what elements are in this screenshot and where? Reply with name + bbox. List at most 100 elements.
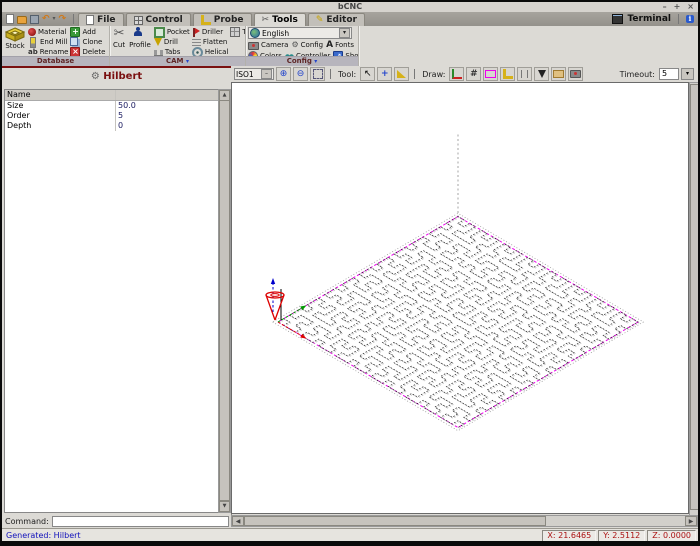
zoom-fit-button[interactable] [310, 67, 325, 81]
tabs-button[interactable]: Tabs [154, 47, 190, 56]
zoom-in-button[interactable]: ⊕ [276, 67, 291, 81]
profile-button[interactable]: Profile [128, 27, 152, 49]
undo-dropdown-icon[interactable]: ▾ [53, 14, 56, 24]
rename-button[interactable]: abRename [28, 47, 68, 56]
open-file-icon[interactable] [17, 16, 27, 24]
language-dropdown-icon[interactable]: ▾ [339, 28, 350, 38]
language-select[interactable]: English ▾ [248, 27, 352, 39]
view-dropdown-icon[interactable]: – [261, 69, 272, 79]
minimize-button[interactable]: – [663, 2, 667, 11]
select-tool-button[interactable]: ↖ [360, 67, 375, 81]
timeout-dropdown-icon[interactable]: ▾ [681, 68, 694, 80]
draw-tool-button[interactable] [534, 67, 549, 81]
cam-dropdown-icon: ▾ [186, 58, 189, 65]
driller-button[interactable]: Driller [192, 27, 229, 37]
probe-icon [201, 15, 211, 25]
ribbon-group-database: Stock Material End Mill abRename +Add Cl… [2, 26, 110, 66]
draw-grid-button[interactable]: # [466, 67, 481, 81]
timeout-input[interactable]: 5 [659, 68, 679, 80]
pocket-button[interactable]: Pocket [154, 27, 190, 37]
flatten-button[interactable]: Flatten [192, 37, 229, 47]
stock-button[interactable]: Stock [4, 27, 26, 50]
fonts-button[interactable]: AFonts [326, 40, 354, 50]
config-button[interactable]: ⚙Config [291, 40, 323, 50]
table-row[interactable]: Depth 0 [5, 121, 218, 131]
zoom-out-button[interactable]: ⊖ [293, 67, 308, 81]
delete-button[interactable]: ×Delete [70, 47, 105, 56]
close-button[interactable]: × [687, 2, 694, 11]
canvas-vscrollbar[interactable] [689, 82, 698, 516]
view-select[interactable]: ISO1 – [234, 68, 274, 80]
scrollbar-thumb[interactable] [219, 100, 230, 501]
new-file-icon[interactable] [6, 14, 14, 24]
config-gear-icon: ⚙ [291, 40, 298, 50]
column-header-value[interactable] [116, 90, 218, 100]
scroll-down-icon[interactable]: ▼ [219, 501, 230, 512]
draw-probe-button[interactable] [500, 67, 515, 81]
draw-margin-button[interactable] [483, 67, 498, 81]
draw-paths-button[interactable] [551, 67, 566, 81]
end-mill-button[interactable]: End Mill [28, 37, 68, 47]
tile-button[interactable]: Tile [230, 27, 245, 37]
fonts-icon: A [326, 41, 333, 50]
camera-button[interactable]: Camera [248, 40, 288, 50]
draw-axes-button[interactable] [449, 67, 464, 81]
tab-control[interactable]: Control [126, 13, 191, 26]
group-label-config[interactable]: Config ▾ [246, 56, 358, 66]
file-icon [86, 15, 94, 25]
info-icon[interactable]: i [686, 15, 694, 23]
terminal-button[interactable]: Terminal [627, 14, 671, 24]
tab-tools[interactable]: ✂ Tools [254, 13, 306, 26]
add-button[interactable]: +Add [70, 27, 105, 37]
command-input[interactable] [52, 516, 229, 527]
tab-probe-label: Probe [214, 15, 244, 25]
column-header-name[interactable]: Name [5, 90, 116, 100]
move-tool-button[interactable]: + [377, 67, 392, 81]
command-bar: Command: [2, 515, 231, 528]
table-row[interactable]: Order 5 [5, 111, 218, 121]
table-row[interactable]: Size 50.0 [5, 101, 218, 111]
tab-probe[interactable]: Probe [193, 13, 252, 26]
redo-icon[interactable]: ↷ [59, 14, 67, 24]
material-icon [28, 28, 36, 36]
scrollbar-thumb[interactable] [690, 84, 698, 510]
tab-tools-label: Tools [272, 15, 298, 25]
group-label-cam[interactable]: CAM ▾ [110, 56, 245, 66]
drill-button[interactable]: Drill [154, 37, 190, 47]
margin-icon [485, 70, 496, 78]
undo-icon[interactable]: ↶ [42, 14, 50, 24]
helical-button[interactable]: Helical [192, 47, 229, 56]
group-label-database[interactable]: Database [2, 56, 109, 66]
scrollbar-track[interactable] [546, 516, 685, 526]
tile-label: Tile [242, 28, 245, 36]
clone-button[interactable]: Clone [70, 37, 105, 47]
draw-camera-button[interactable] [568, 67, 583, 81]
canvas-hscrollbar[interactable]: ◀ ▶ [231, 515, 698, 527]
tools-icon: ✂ [262, 15, 270, 25]
scrollbar-thumb[interactable] [244, 516, 546, 526]
tab-file[interactable]: File [78, 13, 123, 26]
end-mill-label: End Mill [40, 38, 67, 46]
delete-icon: × [70, 47, 80, 56]
save-icon[interactable] [30, 15, 39, 24]
maximize-button[interactable]: + [674, 2, 681, 11]
tab-editor-label: Editor [326, 15, 357, 25]
driller-icon [192, 28, 200, 37]
helical-label: Helical [205, 48, 229, 56]
gcode-canvas[interactable] [231, 82, 689, 514]
camera-icon [248, 42, 259, 50]
command-label: Command: [5, 517, 49, 526]
scroll-right-icon[interactable]: ▶ [685, 516, 697, 526]
material-button[interactable]: Material [28, 27, 68, 37]
panel-scrollbar[interactable]: ▲ ▼ [218, 89, 231, 513]
language-value: English [262, 29, 289, 38]
cut-button[interactable]: ✂ Cut [112, 27, 126, 49]
add-label: Add [82, 28, 96, 36]
tab-control-label: Control [146, 15, 183, 25]
zoom-out-icon: ⊖ [297, 69, 305, 79]
divider [678, 14, 679, 24]
scroll-left-icon[interactable]: ◀ [232, 516, 244, 526]
ruler-tool-button[interactable] [394, 67, 409, 81]
draw-workarea-button[interactable] [517, 67, 532, 81]
tab-editor[interactable]: ✎ Editor [308, 13, 365, 26]
